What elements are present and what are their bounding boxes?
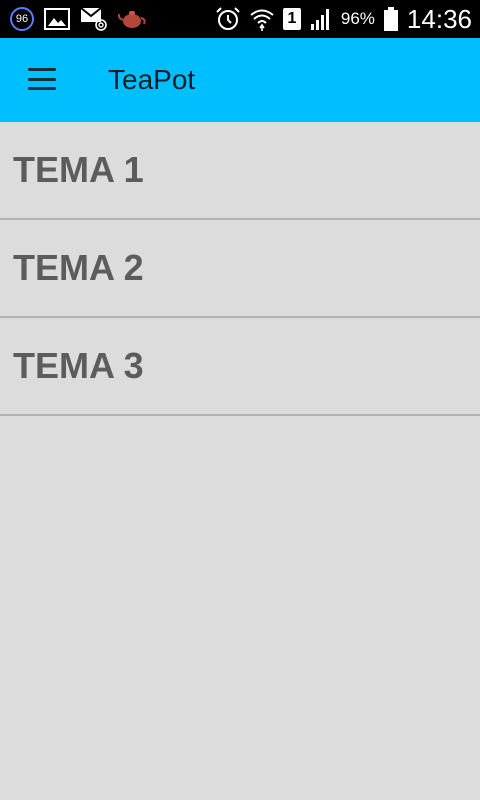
signal-icon (309, 7, 333, 31)
menu-line (28, 68, 56, 71)
notification-count: 96 (15, 13, 29, 25)
sim-icon: 1 (282, 8, 301, 30)
wifi-icon (249, 6, 275, 32)
list-item[interactable]: TEMA 3 (0, 318, 480, 416)
list-item-label: TEMA 2 (13, 247, 144, 288)
email-at-icon (80, 6, 108, 32)
list-item-label: TEMA 3 (13, 345, 144, 386)
list-item[interactable]: TEMA 1 (0, 122, 480, 220)
status-bar-right: 1 96% 14:36 (215, 0, 472, 38)
notification-count-icon: 96 (10, 7, 34, 31)
menu-line (28, 87, 56, 90)
app-bar: TeaPot (0, 38, 480, 122)
topic-list: TEMA 1 TEMA 2 TEMA 3 (0, 122, 480, 416)
clock: 14:36 (406, 3, 472, 34)
teapot-icon (118, 8, 146, 30)
status-bar: 96 1 96% 14:36 (0, 0, 480, 38)
menu-line (28, 77, 56, 81)
battery-percent: 96% (340, 9, 375, 28)
hamburger-menu-icon[interactable] (28, 68, 56, 90)
alarm-icon (215, 6, 241, 32)
app-title: TeaPot (108, 64, 196, 95)
sim-slot-number: 1 (287, 10, 297, 27)
image-icon (44, 7, 70, 31)
status-bar-left: 96 (10, 0, 146, 38)
list-item[interactable]: TEMA 2 (0, 220, 480, 318)
list-item-label: TEMA 1 (13, 149, 144, 190)
battery-icon (383, 6, 399, 32)
